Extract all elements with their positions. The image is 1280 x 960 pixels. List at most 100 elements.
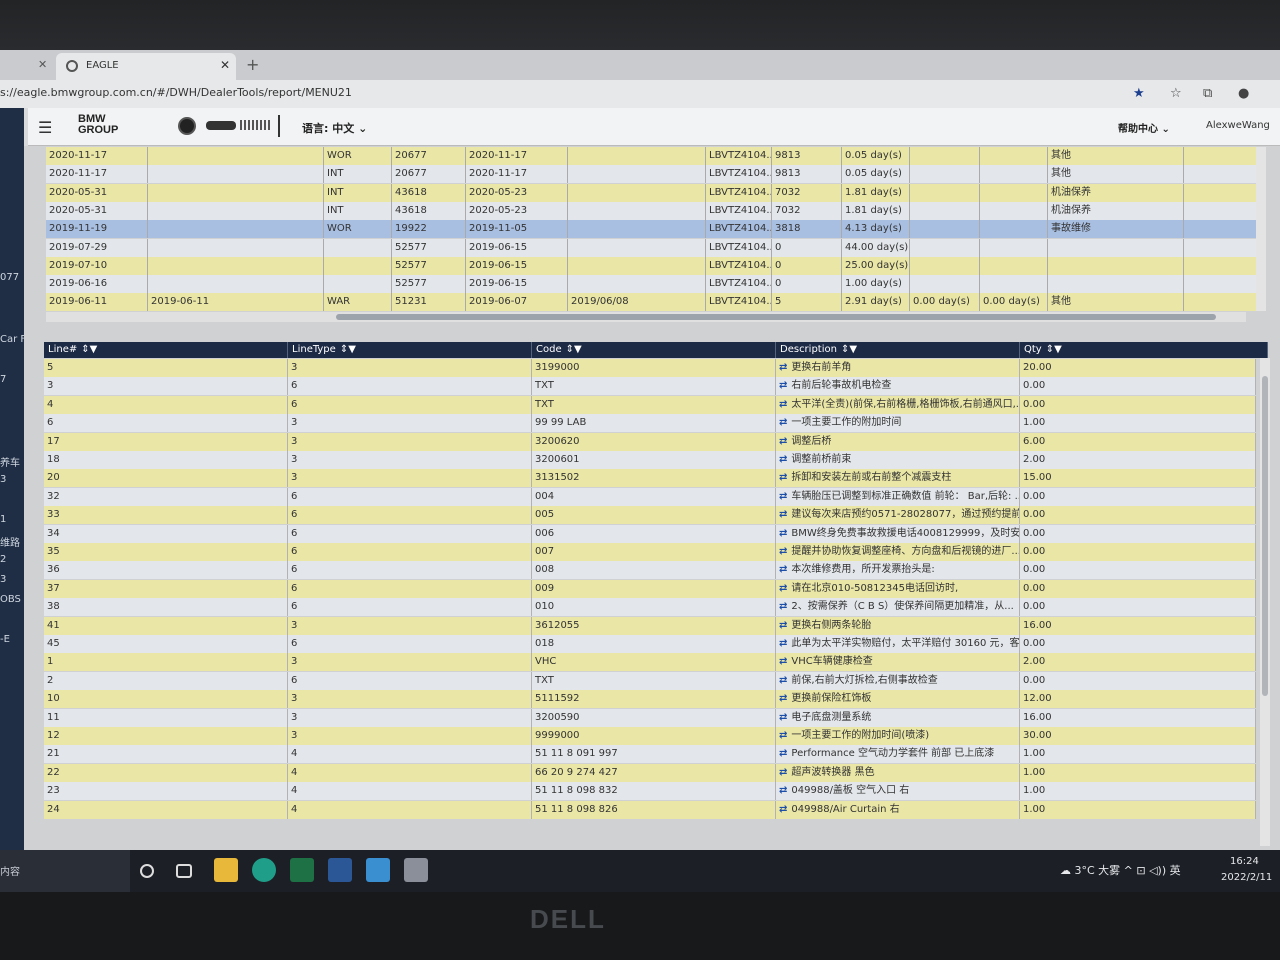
system-tray[interactable]: ☁ 3°C 大雾 ^ ⊡ ◁)) 英 xyxy=(1060,862,1181,878)
photos-icon[interactable] xyxy=(366,858,390,882)
upper-vertical-scrollbar[interactable] xyxy=(1256,147,1266,311)
url-field[interactable]: s://eagle.bmwgroup.com.cn/#/DWH/DealerTo… xyxy=(0,86,1120,99)
swap-icon[interactable]: ⇄ xyxy=(779,782,787,800)
browser-tab-eagle[interactable]: EAGLE ✕ xyxy=(56,53,236,80)
star-icon[interactable]: ★ xyxy=(1133,86,1145,101)
close-icon[interactable]: ✕ xyxy=(220,58,230,72)
table-row[interactable]: 3 6 TXT ⇄ 右前后轮事故机电检查 0.00 xyxy=(44,377,1256,396)
table-row[interactable]: 45 6 018 ⇄ 此单为太平洋实物赔付，太平洋赔付 30160 元，客... 0.00 xyxy=(44,635,1256,653)
table-row[interactable]: 32 6 004 ⇄ 车辆胎压已调整到标准正确数值 前轮： Bar,后轮: ... 0.0… xyxy=(44,487,1256,506)
sort-filter-icon[interactable]: ⇕▼ xyxy=(566,344,582,355)
table-row[interactable]: 6 3 99 99 LAB ⇄ 一项主要工作的附加时间 1.00 xyxy=(44,414,1256,433)
close-icon[interactable]: ✕ xyxy=(38,58,47,71)
swap-icon[interactable]: ⇄ xyxy=(779,580,787,598)
sidebar-fragment[interactable]: 3 xyxy=(0,574,6,585)
column-header[interactable]: Qty ⇕▼ xyxy=(1020,342,1268,358)
sort-filter-icon[interactable]: ⇕▼ xyxy=(841,344,857,355)
swap-icon[interactable]: ⇄ xyxy=(779,598,787,616)
favorites-icon[interactable]: ☆ xyxy=(1170,86,1182,101)
table-row[interactable]: 2020-11-17 WOR 20677 2020-11-17 LBVTZ4104...… xyxy=(46,147,1256,165)
swap-icon[interactable]: ⇄ xyxy=(779,745,787,763)
table-row[interactable]: 11 3 3200590 ⇄ 电子底盘测量系统 16.00 xyxy=(44,708,1256,727)
sidebar-fragment[interactable]: 7 xyxy=(0,374,6,385)
profile-icon[interactable]: ● xyxy=(1238,86,1249,101)
new-tab-icon[interactable]: + xyxy=(246,55,259,74)
edge-icon[interactable] xyxy=(252,858,276,882)
swap-icon[interactable]: ⇄ xyxy=(779,525,787,543)
table-row[interactable]: 5 3 3199000 ⇄ 更换右前羊角 20.00 xyxy=(44,359,1256,377)
table-row[interactable]: 2019-07-10 52577 2019-06-15 LBVTZ4104... 0 25… xyxy=(46,256,1256,275)
table-row[interactable]: 41 3 3612055 ⇄ 更换右侧两条轮胎 16.00 xyxy=(44,616,1256,635)
swap-icon[interactable]: ⇄ xyxy=(779,359,787,377)
sidebar-fragment[interactable]: -E xyxy=(0,634,10,645)
help-center-menu[interactable]: 帮助中心 ⌄ xyxy=(1118,120,1170,135)
table-row[interactable]: 4 6 TXT ⇄ 太平洋(全责)(前保,右前格栅,格栅饰板,右前通风口,... 0.00 xyxy=(44,395,1256,414)
excel-icon[interactable] xyxy=(290,858,314,882)
swap-icon[interactable]: ⇄ xyxy=(779,727,787,745)
sidebar-fragment[interactable]: 077 xyxy=(0,272,19,283)
swap-icon[interactable]: ⇄ xyxy=(779,451,787,469)
table-row[interactable]: 2019-06-11 2019-06-11 WAR 51231 2019-06-07 20… xyxy=(46,293,1256,312)
task-view-icon[interactable] xyxy=(176,864,192,878)
swap-icon[interactable]: ⇄ xyxy=(779,672,787,690)
table-row[interactable]: 2 6 TXT ⇄ 前保,右前大灯拆检,右侧事故检查 0.00 xyxy=(44,671,1256,690)
table-row[interactable]: 2020-05-31 INT 43618 2020-05-23 LBVTZ4104...… xyxy=(46,183,1256,202)
scrollbar-thumb[interactable] xyxy=(1262,376,1268,696)
table-row[interactable]: 34 6 006 ⇄ BMW终身免费事故救援电话4008129999，及时安... 0.0… xyxy=(44,524,1256,543)
table-row[interactable]: 10 3 5111592 ⇄ 更换前保险杠饰板 12.00 xyxy=(44,690,1256,709)
sidebar-fragment[interactable]: 2 xyxy=(0,554,6,565)
table-row[interactable]: 2019-07-29 52577 2019-06-15 LBVTZ4104... 0 44… xyxy=(46,238,1256,257)
swap-icon[interactable]: ⇄ xyxy=(779,690,787,708)
lower-vertical-scrollbar[interactable] xyxy=(1260,358,1270,846)
swap-icon[interactable]: ⇄ xyxy=(779,469,787,487)
column-header[interactable]: Code ⇕▼ xyxy=(532,342,776,358)
swap-icon[interactable]: ⇄ xyxy=(779,653,787,671)
table-row[interactable]: 17 3 3200620 ⇄ 调整后桥 6.00 xyxy=(44,432,1256,451)
sidebar-fragment[interactable]: 3 xyxy=(0,474,6,485)
collections-icon[interactable]: ⧉ xyxy=(1203,86,1212,101)
swap-icon[interactable]: ⇄ xyxy=(779,433,787,451)
sort-filter-icon[interactable]: ⇕▼ xyxy=(340,344,356,355)
sidebar-fragment[interactable]: 1 xyxy=(0,514,6,525)
table-row[interactable]: 18 3 3200601 ⇄ 调整前桥前束 2.00 xyxy=(44,451,1256,469)
swap-icon[interactable]: ⇄ xyxy=(779,543,787,561)
upper-horizontal-scrollbar[interactable] xyxy=(46,312,1246,322)
word-icon[interactable] xyxy=(328,858,352,882)
table-row[interactable]: 35 6 007 ⇄ 提醒并协助恢复调整座椅、方向盘和后视镜的进厂... 0.00 xyxy=(44,543,1256,561)
table-row[interactable]: 24 4 51 11 8 098 826 ⇄ 049988/Air Curtain 右 1… xyxy=(44,800,1256,819)
swap-icon[interactable]: ⇄ xyxy=(779,396,787,414)
sort-filter-icon[interactable]: ⇕▼ xyxy=(1046,344,1062,355)
table-row[interactable]: 2020-05-31 INT 43618 2020-05-23 LBVTZ4104...… xyxy=(46,201,1256,220)
table-row[interactable]: 37 6 009 ⇄ 请在北京010-50812345电话回访时, 0.00 xyxy=(44,579,1256,598)
swap-icon[interactable]: ⇄ xyxy=(779,801,787,819)
sidebar-fragment[interactable]: 维路 xyxy=(0,534,20,549)
file-explorer-icon[interactable] xyxy=(214,858,238,882)
table-row[interactable]: 23 4 51 11 8 098 832 ⇄ 049988/盖板 空气入口 右 1.00 xyxy=(44,782,1256,801)
sidebar-fragment[interactable]: OBS xyxy=(0,594,21,605)
clock-time[interactable]: 16:24 xyxy=(1230,856,1259,867)
table-row[interactable]: 2019-11-19 WOR 19922 2019-11-05 LBVTZ4104...… xyxy=(46,220,1256,239)
column-header[interactable]: LineType ⇕▼ xyxy=(288,342,532,358)
scrollbar-thumb[interactable] xyxy=(336,314,1216,320)
swap-icon[interactable]: ⇄ xyxy=(779,561,787,579)
table-row[interactable]: 20 3 3131502 ⇄ 拆卸和安装左前或右前整个减震支柱 15.00 xyxy=(44,469,1256,488)
table-row[interactable]: 12 3 9999000 ⇄ 一项主要工作的附加时间(喷漆) 30.00 xyxy=(44,727,1256,745)
swap-icon[interactable]: ⇄ xyxy=(779,377,787,395)
table-row[interactable]: 33 6 005 ⇄ 建议每次来店预约0571-28028077，通过预约提前... 0.… xyxy=(44,506,1256,525)
column-header[interactable]: Description ⇕▼ xyxy=(776,342,1020,358)
clock-date[interactable]: 2022/2/11 xyxy=(1221,872,1272,883)
swap-icon[interactable]: ⇄ xyxy=(779,488,787,506)
sidebar-fragment[interactable]: Car F xyxy=(0,334,26,345)
swap-icon[interactable]: ⇄ xyxy=(779,635,787,653)
swap-icon[interactable]: ⇄ xyxy=(779,764,787,782)
language-select[interactable]: 语言: 中文 ⌄ xyxy=(302,120,367,136)
table-row[interactable]: 38 6 010 ⇄ 2、按需保养（C B S）使保养间隔更加精准，从... 0.00 xyxy=(44,598,1256,617)
taskbar-search[interactable]: 内容 xyxy=(0,850,130,892)
swap-icon[interactable]: ⇄ xyxy=(779,617,787,635)
user-name[interactable]: AlexweWang xyxy=(1206,120,1270,131)
sidebar-fragment[interactable]: 养车 xyxy=(0,454,20,469)
swap-icon[interactable]: ⇄ xyxy=(779,709,787,727)
sort-filter-icon[interactable]: ⇕▼ xyxy=(81,344,97,355)
table-row[interactable]: 36 6 008 ⇄ 本次维修费用，所开发票抬头是: 0.00 xyxy=(44,561,1256,580)
column-header[interactable]: Line# ⇕▼ xyxy=(44,342,288,358)
